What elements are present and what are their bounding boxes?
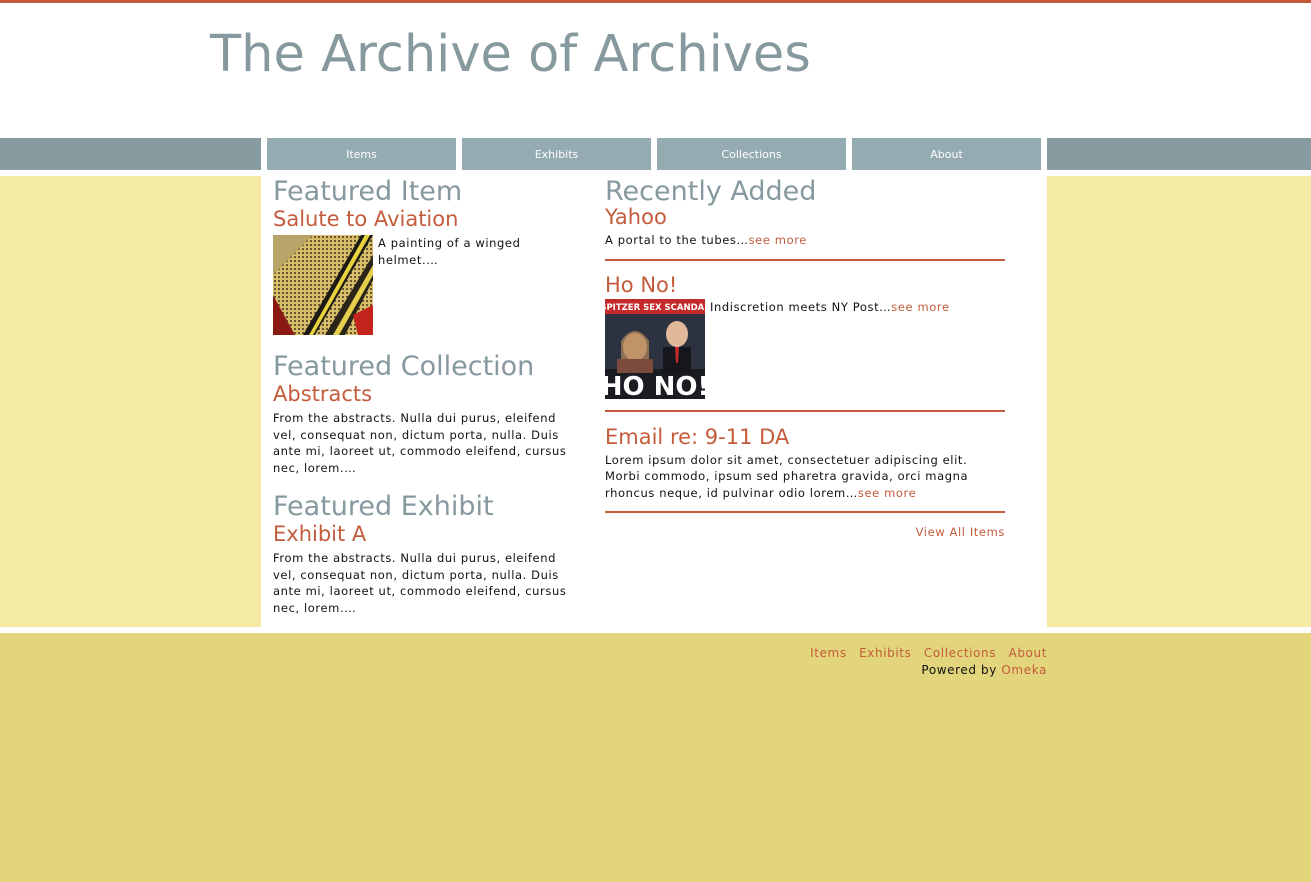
footer-link-collections[interactable]: Collections	[924, 646, 996, 660]
featured-exhibit-title[interactable]: Exhibit A	[273, 521, 573, 547]
site-title[interactable]: The Archive of Archives	[210, 25, 811, 84]
divider	[605, 409, 1005, 412]
left-sidebar-band	[0, 176, 261, 627]
recent-item-description: A portal to the tubes…see more	[605, 233, 807, 247]
featured-exhibit-heading: Featured Exhibit	[273, 491, 494, 522]
featured-collection-title[interactable]: Abstracts	[273, 381, 573, 407]
recently-added-column: Recently Added Yahoo A portal to the tub…	[605, 176, 1005, 541]
recent-item-title[interactable]: Email re: 9-11 DA	[605, 424, 1005, 450]
recent-item-title[interactable]: Ho No!	[605, 272, 1005, 298]
list-item: Yahoo A portal to the tubes…see more	[605, 204, 1005, 249]
main-nav: Items Exhibits Collections About	[261, 138, 1047, 170]
view-all-items-link[interactable]: View All Items	[916, 525, 1005, 539]
winged-helmet-painting-icon[interactable]	[273, 235, 373, 335]
nav-about[interactable]: About	[852, 138, 1041, 170]
right-sidebar-band	[1047, 176, 1311, 627]
featured-collection-description: From the abstracts. Nulla dui purus, ele…	[273, 411, 567, 475]
site-header: The Archive of Archives	[0, 3, 1311, 138]
image-banner-text: SPITZER SEX SCANDAL	[605, 303, 705, 313]
featured-collection-heading: Featured Collection	[273, 351, 535, 382]
featured-item-heading: Featured Item	[273, 176, 463, 207]
footer-spacer	[0, 627, 1311, 633]
featured-column: Featured Item Salute to Aviation A paint…	[273, 176, 573, 616]
powered-by: Powered by Omeka	[921, 663, 1047, 677]
nav-exhibits[interactable]: Exhibits	[462, 138, 651, 170]
divider	[605, 258, 1005, 261]
powered-by-label: Powered by	[921, 663, 997, 677]
list-item: Email re: 9-11 DA Lorem ipsum dolor sit …	[605, 424, 1005, 502]
recent-item-description: Lorem ipsum dolor sit amet, consectetuer…	[605, 452, 969, 500]
list-item: Ho No! SPITZER SEX SCANDAL HO NO! Indisc…	[605, 272, 1005, 399]
image-headline-text: HO NO!	[605, 372, 705, 399]
nav-items[interactable]: Items	[267, 138, 456, 170]
featured-item-title[interactable]: Salute to Aviation	[273, 206, 573, 232]
view-all-row: View All Items	[605, 524, 1005, 541]
featured-exhibit-description: From the abstracts. Nulla dui purus, ele…	[273, 551, 567, 615]
footer-nav: Items Exhibits Collections About	[802, 646, 1047, 660]
main-content: Featured Item Salute to Aviation A paint…	[261, 176, 1047, 627]
divider	[605, 511, 1005, 513]
see-more-link[interactable]: see more	[858, 486, 916, 500]
see-more-link[interactable]: see more	[749, 233, 807, 247]
see-more-link[interactable]: see more	[891, 300, 949, 314]
footer-link-about[interactable]: About	[1009, 646, 1047, 660]
nav-collections[interactable]: Collections	[657, 138, 846, 170]
footer-link-items[interactable]: Items	[810, 646, 847, 660]
newspaper-cover-image[interactable]: SPITZER SEX SCANDAL HO NO!	[605, 298, 705, 399]
omeka-link[interactable]: Omeka	[1001, 663, 1047, 677]
footer-link-exhibits[interactable]: Exhibits	[859, 646, 911, 660]
